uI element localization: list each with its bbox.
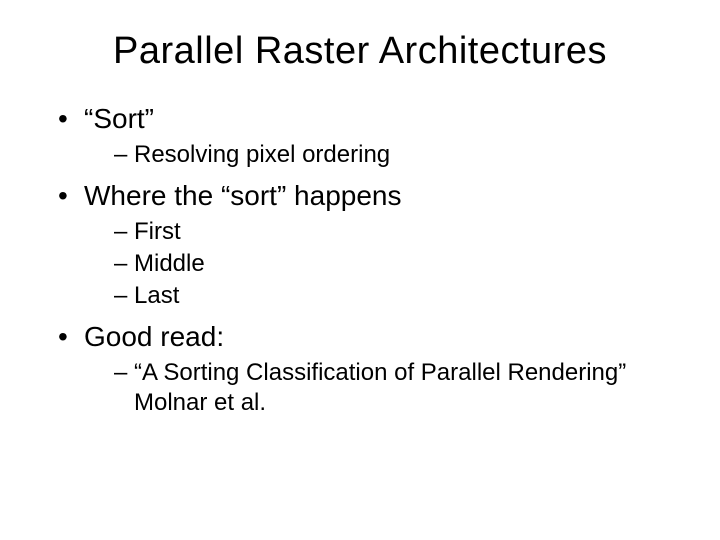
- bullet-text: “Sort”: [84, 103, 154, 134]
- bullet-list: “Sort” Resolving pixel ordering Where th…: [30, 101, 690, 418]
- sub-list: Resolving pixel ordering: [84, 140, 690, 170]
- bullet-text: Where the “sort” happens: [84, 180, 402, 211]
- sub-list: First Middle Last: [84, 217, 690, 311]
- sub-list: “A Sorting Classification of Parallel Re…: [84, 358, 690, 418]
- sub-item: Last: [114, 281, 690, 311]
- bullet-item: Where the “sort” happens First Middle La…: [58, 178, 690, 311]
- sub-item: “A Sorting Classification of Parallel Re…: [114, 358, 690, 418]
- sub-item: Resolving pixel ordering: [114, 140, 690, 170]
- sub-item: First: [114, 217, 690, 247]
- bullet-item: Good read: “A Sorting Classification of …: [58, 319, 690, 418]
- bullet-item: “Sort” Resolving pixel ordering: [58, 101, 690, 170]
- bullet-text: Good read:: [84, 321, 224, 352]
- slide: Parallel Raster Architectures “Sort” Res…: [0, 0, 720, 540]
- sub-item: Middle: [114, 249, 690, 279]
- slide-title: Parallel Raster Architectures: [30, 30, 690, 73]
